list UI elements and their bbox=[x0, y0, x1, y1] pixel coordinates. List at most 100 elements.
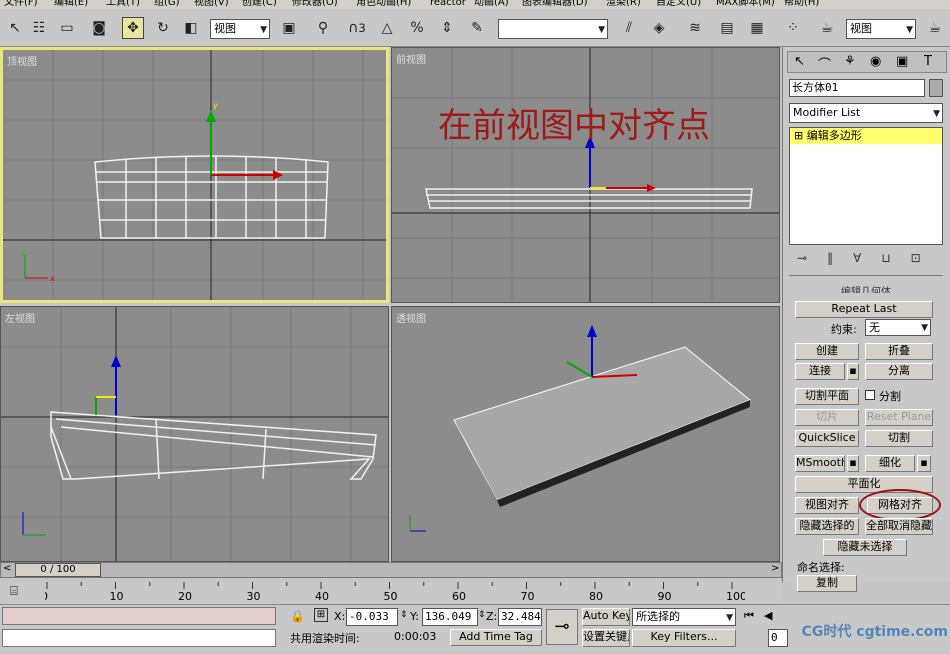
curve-editor-icon[interactable]: ⌸ bbox=[10, 584, 18, 599]
window-crossing-icon[interactable]: ◙ bbox=[88, 17, 110, 39]
split-checkbox[interactable] bbox=[865, 390, 875, 400]
stack-item-edit-poly[interactable]: ⊞ 编辑多边形 bbox=[790, 128, 942, 144]
key-filters-button[interactable]: Key Filters... bbox=[632, 629, 736, 647]
pivot-icon[interactable]: ▣ bbox=[278, 17, 300, 39]
tessellate-settings-icon[interactable]: ▪ bbox=[917, 455, 931, 472]
material-editor-icon[interactable]: ⁘ bbox=[782, 17, 804, 39]
menu-character[interactable]: 角色动画(H) bbox=[356, 0, 411, 9]
rect-region-icon[interactable]: ▭ bbox=[56, 17, 78, 39]
add-time-tag-button[interactable]: Add Time Tag bbox=[450, 629, 542, 646]
percent-snap-icon[interactable]: % bbox=[406, 17, 428, 39]
mirror-icon[interactable]: ⫽ bbox=[618, 17, 640, 39]
slider-right-arrow-icon[interactable]: > bbox=[771, 563, 779, 574]
timeline-ruler[interactable]: ⌸ 0 10 20 30 40 50 60 70 80 90 100 bbox=[0, 582, 782, 604]
viewport-top[interactable]: y y x 顶视图 bbox=[0, 47, 389, 303]
modify-tab-icon[interactable]: ⌒ bbox=[818, 54, 831, 73]
menu-help[interactable]: 帮助(H) bbox=[784, 0, 819, 9]
menu-group[interactable]: 组(G) bbox=[154, 0, 180, 9]
hierarchy-tab-icon[interactable]: ⚘ bbox=[844, 54, 856, 69]
remove-modifier-icon[interactable]: ⊔ bbox=[881, 251, 910, 265]
slider-left-arrow-icon[interactable]: < bbox=[3, 563, 11, 574]
msmooth-button[interactable]: MSmooth bbox=[795, 455, 845, 472]
quickslice-button[interactable]: QuickSlice bbox=[795, 430, 859, 447]
object-name-field[interactable]: 长方体01 bbox=[789, 79, 925, 97]
utilities-tab-icon[interactable]: T bbox=[924, 54, 932, 69]
schematic-icon[interactable]: ▦ bbox=[746, 17, 768, 39]
cut-button[interactable]: 切割 bbox=[865, 430, 933, 447]
menu-tools[interactable]: 工具(T) bbox=[106, 0, 140, 9]
y-spinner-icon[interactable]: ⇕ bbox=[478, 610, 486, 620]
select-arrow-icon[interactable]: ↖ bbox=[4, 17, 26, 39]
select-link-icon[interactable]: ⚲ bbox=[312, 17, 334, 39]
menu-graph-editors[interactable]: 图表编辑器(D) bbox=[522, 0, 588, 9]
viewport-left-label[interactable]: 左视图 bbox=[5, 310, 35, 325]
key-mode-dropdown[interactable]: 所选择的 bbox=[632, 608, 736, 626]
menu-rendering[interactable]: 渲染(R) bbox=[606, 0, 641, 9]
create-button[interactable]: 创建 bbox=[795, 343, 859, 360]
collapse-button[interactable]: 折叠 bbox=[865, 343, 933, 360]
angle-snap-icon[interactable]: △ bbox=[376, 17, 398, 39]
time-slider-thumb[interactable]: 0 / 100 bbox=[15, 563, 101, 577]
named-selection-icon[interactable]: ✎ bbox=[466, 17, 488, 39]
go-to-start-icon[interactable]: ⏮ bbox=[744, 609, 754, 623]
reference-coord-dropdown[interactable]: 视图 bbox=[210, 19, 270, 39]
object-color-swatch[interactable] bbox=[929, 79, 943, 97]
auto-key-button[interactable]: Auto Key bbox=[582, 608, 630, 626]
menu-views[interactable]: 视图(V) bbox=[194, 0, 229, 9]
menu-modifiers[interactable]: 修改器(O) bbox=[292, 0, 338, 9]
snap-3d-icon[interactable]: ∩ 3 bbox=[346, 17, 368, 39]
maxscript-listener-white[interactable] bbox=[2, 629, 276, 647]
configure-icon[interactable]: ⊡ bbox=[911, 251, 941, 265]
absolute-mode-icon[interactable]: ⊞ bbox=[314, 608, 328, 622]
viewport-perspective-label[interactable]: 透视图 bbox=[396, 310, 426, 325]
hide-selected-button[interactable]: 隐藏选择的 bbox=[795, 518, 859, 535]
hide-unselected-button[interactable]: 隐藏未选择 bbox=[823, 539, 907, 556]
modifier-list-dropdown[interactable]: Modifier List bbox=[789, 103, 943, 123]
pin-stack-icon[interactable]: ⊸ bbox=[797, 251, 827, 265]
spinner-snap-icon[interactable]: ⇕ bbox=[436, 17, 458, 39]
menu-customize[interactable]: 自定义(U) bbox=[656, 0, 701, 9]
unhide-all-button[interactable]: 全部取消隐藏 bbox=[865, 518, 933, 535]
viewport-front[interactable]: 前视图 在前视图中对齐点 bbox=[391, 47, 780, 303]
menu-animation[interactable]: 动画(A) bbox=[474, 0, 509, 9]
make-unique-icon[interactable]: ∀ bbox=[853, 251, 881, 265]
key-icon[interactable]: ⊸ bbox=[546, 609, 578, 645]
x-spinner-icon[interactable]: ⇕ bbox=[400, 610, 408, 620]
quick-render-icon[interactable]: ☕ bbox=[924, 17, 946, 39]
viewport-left[interactable]: 左视图 bbox=[0, 306, 389, 562]
view-align-button[interactable]: 视图对齐 bbox=[795, 497, 859, 514]
detach-button[interactable]: 分离 bbox=[865, 363, 933, 380]
rollout-title[interactable]: 编辑几何体 bbox=[789, 283, 943, 293]
move-icon[interactable]: ✥ bbox=[122, 17, 144, 39]
menu-file[interactable]: 文件(F) bbox=[4, 0, 38, 9]
render-type-dropdown[interactable]: 视图 bbox=[846, 19, 916, 39]
menu-reactor[interactable]: reactor bbox=[430, 0, 466, 9]
menu-edit[interactable]: 编辑(E) bbox=[54, 0, 88, 9]
slice-button[interactable]: 切片 bbox=[795, 409, 859, 426]
menu-create[interactable]: 创建(C) bbox=[242, 0, 277, 9]
expand-icon[interactable]: ⊞ bbox=[794, 129, 803, 142]
select-by-name-icon[interactable]: ☷ bbox=[28, 17, 50, 39]
menu-maxscript[interactable]: MAX脚本(M) bbox=[716, 0, 775, 9]
attach-settings-icon[interactable]: ▪ bbox=[847, 363, 859, 380]
repeat-last-button[interactable]: Repeat Last bbox=[795, 301, 933, 318]
copy-button[interactable]: 复制 bbox=[797, 575, 857, 592]
z-coordinate-field[interactable]: 32.484 bbox=[498, 608, 542, 626]
msmooth-settings-icon[interactable]: ▪ bbox=[847, 455, 859, 472]
y-coordinate-field[interactable]: 136.049 bbox=[422, 608, 478, 626]
lock-selection-icon[interactable]: 🔒 bbox=[290, 609, 305, 623]
x-coordinate-field[interactable]: -0.033 bbox=[346, 608, 398, 626]
frame-field[interactable]: 0 bbox=[768, 629, 788, 647]
slice-plane-button[interactable]: 切割平面 bbox=[795, 388, 859, 405]
create-tab-icon[interactable]: ↖ bbox=[794, 54, 805, 69]
rotate-icon[interactable]: ↻ bbox=[152, 17, 174, 39]
constraint-dropdown[interactable]: 无 bbox=[865, 319, 931, 336]
tessellate-button[interactable]: 细化 bbox=[865, 455, 915, 472]
show-end-result-icon[interactable]: ‖ bbox=[827, 251, 853, 265]
named-selection-sets-dropdown[interactable] bbox=[498, 19, 608, 39]
viewport-front-label[interactable]: 前视图 bbox=[396, 51, 426, 66]
render-scene-icon[interactable]: ☕ bbox=[816, 17, 838, 39]
scale-icon[interactable]: ◧ bbox=[180, 17, 202, 39]
set-key-button[interactable]: 设置关键点 bbox=[582, 629, 630, 647]
prev-frame-icon[interactable]: ◀ bbox=[764, 609, 772, 622]
